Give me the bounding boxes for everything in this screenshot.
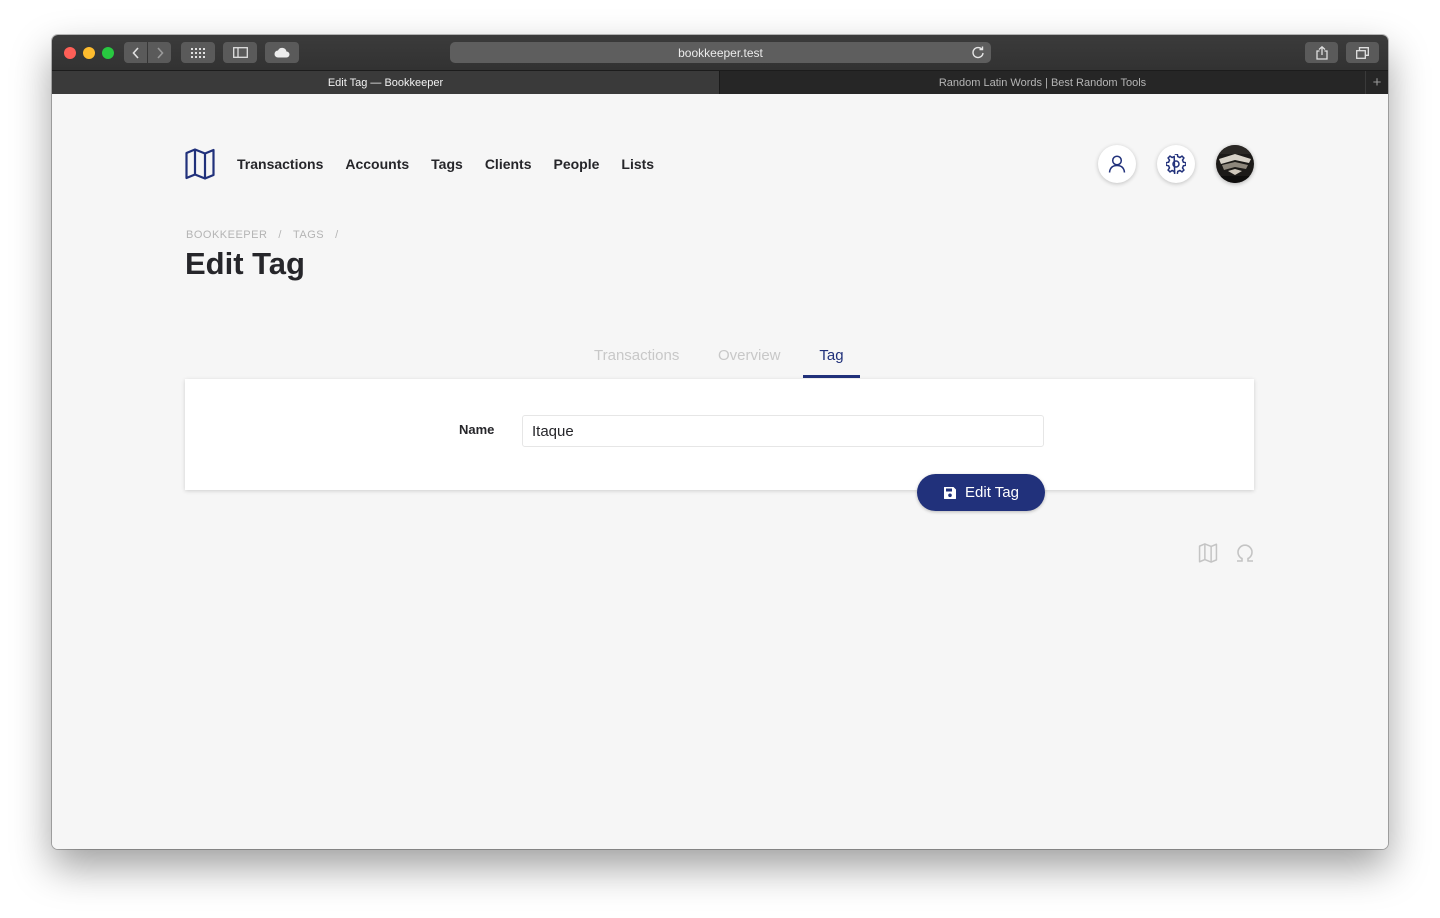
page-content: Transactions Accounts Tags Clients Peopl…: [52, 94, 1388, 849]
edit-tag-form-card: Name: [185, 379, 1254, 490]
gear-icon: [1166, 154, 1186, 174]
browser-window: bookkeeper.test Edit Tag — Bookkeeper Ra…: [52, 35, 1388, 849]
avatar-image: [1216, 145, 1254, 183]
tab-overview-button[interactable]: [1346, 42, 1379, 63]
tab-transactions[interactable]: Transactions: [594, 344, 690, 378]
new-tab-button[interactable]: +: [1366, 71, 1388, 94]
nav-link-tags[interactable]: Tags: [431, 156, 463, 172]
breadcrumb-separator: /: [278, 229, 282, 241]
nav-link-lists[interactable]: Lists: [621, 156, 654, 172]
content-tabs: Transactions Overview Tag: [52, 344, 1388, 380]
back-button[interactable]: [124, 42, 147, 63]
browser-toolbar: bookkeeper.test: [52, 35, 1388, 70]
edit-tag-button[interactable]: Edit Tag: [917, 474, 1045, 511]
settings-button[interactable]: [1157, 145, 1195, 183]
close-window-button[interactable]: [64, 47, 76, 59]
user-icon: [1108, 155, 1126, 173]
folded-map-icon[interactable]: [185, 148, 215, 180]
breadcrumb-separator: /: [335, 229, 339, 241]
browser-tab[interactable]: Random Latin Words | Best Random Tools: [720, 71, 1366, 94]
omega-icon[interactable]: [1235, 543, 1255, 563]
tab-title: Edit Tag — Bookkeeper: [327, 76, 444, 89]
page-title: Edit Tag: [185, 246, 305, 281]
share-icon: [1315, 45, 1328, 60]
chevron-right-icon: [156, 46, 164, 59]
user-avatar[interactable]: [1216, 145, 1254, 183]
minimize-window-button[interactable]: [83, 47, 95, 59]
nav-link-people[interactable]: People: [554, 156, 600, 172]
reload-icon[interactable]: [971, 45, 985, 59]
name-input[interactable]: [522, 415, 1044, 447]
sidebar-icon: [232, 47, 248, 58]
browser-tab-bar: Edit Tag — Bookkeeper Random Latin Words…: [52, 70, 1388, 94]
breadcrumb: BOOKKEEPER / TAGS /: [186, 229, 350, 241]
icloud-tabs-button[interactable]: [265, 42, 299, 63]
save-icon: [944, 486, 957, 499]
breadcrumb-item-bookkeeper[interactable]: BOOKKEEPER: [186, 229, 267, 241]
map-icon[interactable]: [1198, 543, 1218, 563]
nav-link-accounts[interactable]: Accounts: [345, 156, 409, 172]
top-sites-button[interactable]: [181, 42, 215, 63]
tab-overview[interactable]: Overview: [718, 344, 790, 378]
grid-icon: [191, 47, 205, 58]
nav-link-clients[interactable]: Clients: [485, 156, 532, 172]
tabs-icon: [1356, 46, 1369, 59]
sidebar-toggle-button[interactable]: [223, 42, 257, 63]
breadcrumb-item-tags[interactable]: TAGS: [293, 229, 324, 241]
main-nav: Transactions Accounts Tags Clients Peopl…: [185, 146, 676, 182]
tab-tag[interactable]: Tag: [803, 344, 860, 378]
address-bar[interactable]: bookkeeper.test: [450, 42, 991, 63]
cloud-icon: [274, 47, 290, 58]
browser-tab-active[interactable]: Edit Tag — Bookkeeper: [52, 71, 720, 94]
nav-link-transactions[interactable]: Transactions: [237, 156, 323, 172]
chevron-left-icon: [131, 46, 139, 59]
profile-button[interactable]: [1098, 145, 1136, 183]
url-text: bookkeeper.test: [678, 45, 763, 60]
share-button[interactable]: [1305, 42, 1338, 63]
zoom-window-button[interactable]: [102, 47, 114, 59]
edit-tag-button-label: Edit Tag: [965, 484, 1019, 501]
name-field-label: Name: [459, 422, 495, 437]
forward-button[interactable]: [148, 42, 171, 63]
tab-title: Random Latin Words | Best Random Tools: [938, 76, 1147, 89]
